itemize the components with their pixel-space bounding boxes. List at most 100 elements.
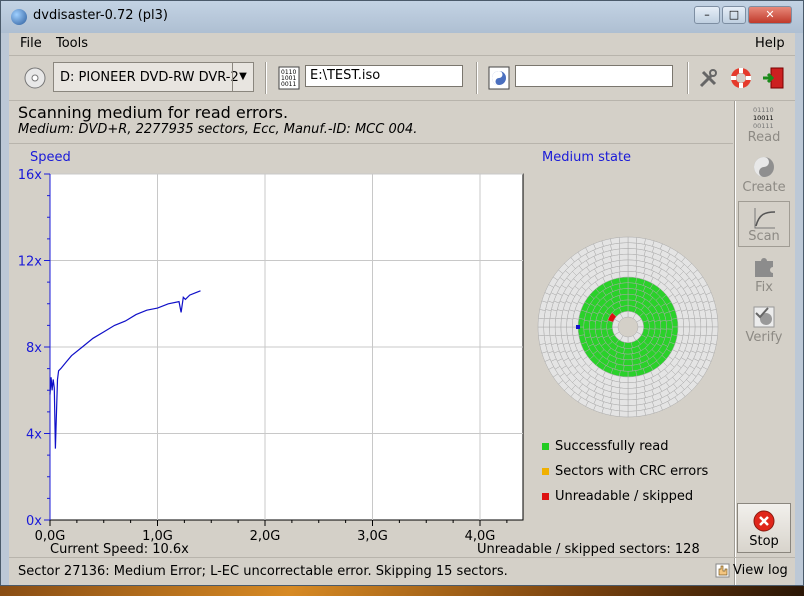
disc-sector xyxy=(560,317,568,328)
help-lifebuoy-icon[interactable] xyxy=(729,66,753,90)
disc-sector xyxy=(618,387,629,395)
disc-sector xyxy=(627,259,638,267)
disc-sector xyxy=(623,347,633,355)
disc-sector xyxy=(627,410,638,418)
drive-select-value: D: PIONEER DVD-RW DVR-2 xyxy=(60,70,239,85)
ecc-file-input[interactable] xyxy=(515,65,673,87)
maximize-button[interactable]: □ xyxy=(722,6,746,24)
cd-drive-icon xyxy=(24,67,46,89)
disc-sector xyxy=(594,320,602,330)
disc-sector xyxy=(694,326,702,337)
status-bar: Sector 27136: Medium Error; L-EC uncorre… xyxy=(9,557,795,584)
disc-sector xyxy=(671,326,679,336)
operation-message: Scanning medium for read errors. xyxy=(18,103,289,122)
disc-sector xyxy=(627,265,638,273)
scan-curve-icon xyxy=(754,208,776,229)
disc-sector xyxy=(635,237,646,245)
disc-sector xyxy=(618,248,629,255)
disc-sector xyxy=(618,410,629,418)
toolbar-separator xyxy=(265,62,267,94)
scan-button[interactable]: Scan xyxy=(738,201,790,247)
disc-sector xyxy=(619,370,629,378)
create-button[interactable]: Create xyxy=(738,151,790,197)
verify-button[interactable]: Verify xyxy=(738,301,790,347)
legend-item-unreadable: Unreadable / skipped xyxy=(542,489,693,504)
legend-item-read: Successfully read xyxy=(542,439,668,454)
menu-help[interactable]: Help xyxy=(755,36,785,51)
stop-icon xyxy=(753,510,775,532)
minimize-button[interactable]: – xyxy=(694,6,720,24)
disc-sector xyxy=(627,242,638,250)
image-file-input[interactable]: E:\TEST.iso xyxy=(305,65,463,87)
unreadable-count-label: Unreadable / skipped sectors: 128 xyxy=(477,542,700,557)
create-yinyang-icon xyxy=(754,157,774,177)
speed-panel-title: Speed xyxy=(30,150,71,165)
disc-sector xyxy=(554,326,562,337)
disc-sector xyxy=(618,376,629,383)
disc-sector xyxy=(627,376,638,383)
disc-sector xyxy=(648,320,656,330)
window-title: dvdisaster-0.72 (pl3) xyxy=(33,8,168,23)
current-speed-label: Current Speed: 10.6x xyxy=(50,542,189,557)
y-tick-label: 8x xyxy=(26,341,42,356)
menu-file[interactable]: File xyxy=(20,36,42,51)
disc-sector xyxy=(688,317,696,328)
disc-sector xyxy=(682,317,690,328)
disc-sector xyxy=(710,309,718,320)
disc-sector xyxy=(537,326,545,337)
read-button[interactable]: 01110 10011 00111 Read xyxy=(738,101,790,147)
disc-sector xyxy=(627,282,638,290)
disc-sector xyxy=(566,326,574,337)
disc-sector xyxy=(554,317,562,328)
disc-sector xyxy=(627,236,638,244)
toolbar-separator xyxy=(687,62,689,94)
chevron-down-icon[interactable]: ▼ xyxy=(232,63,253,91)
svg-text:01110: 01110 xyxy=(753,106,774,114)
drive-select[interactable]: D: PIONEER DVD-RW DVR-2 ▼ xyxy=(53,62,254,92)
svg-text:00111: 00111 xyxy=(753,122,774,129)
quit-icon[interactable] xyxy=(761,66,785,90)
disc-sector xyxy=(671,318,679,328)
menu-tools[interactable]: Tools xyxy=(56,36,88,51)
disc-sector xyxy=(538,334,546,345)
image-file-icon[interactable]: 0110 1001 0011 xyxy=(277,66,301,90)
disc-sector xyxy=(549,326,556,337)
svg-text:10011: 10011 xyxy=(753,114,774,122)
view-log-button[interactable]: View log xyxy=(713,560,791,582)
legend-label-unreadable: Unreadable / skipped xyxy=(555,489,694,504)
stop-button[interactable]: Stop xyxy=(737,503,791,553)
disc-sector xyxy=(627,381,638,389)
disc-sector xyxy=(618,404,629,412)
disc-sector xyxy=(627,399,638,406)
legend-label-read: Successfully read xyxy=(555,439,669,454)
disc-sector xyxy=(583,320,591,330)
disc-sector xyxy=(642,320,650,330)
fix-button[interactable]: Fix xyxy=(738,251,790,297)
log-hand-icon xyxy=(715,563,730,578)
ecc-file-icon[interactable] xyxy=(487,66,511,90)
title-bar[interactable]: dvdisaster-0.72 (pl3) – □ ✕ xyxy=(1,1,803,33)
disc-sector xyxy=(538,309,546,320)
disc-sector xyxy=(543,326,551,337)
legend-swatch-read xyxy=(542,443,549,450)
disc-sector xyxy=(654,320,662,330)
disc-sector xyxy=(549,317,556,328)
disc-sector xyxy=(705,317,713,328)
disc-sector xyxy=(618,399,629,406)
legend-swatch-unreadable xyxy=(542,493,549,500)
y-tick-label: 0x xyxy=(26,514,42,529)
preferences-icon[interactable] xyxy=(697,66,721,90)
client-area: File Tools Help D: PIONEER DVD-RW DVR-2 … xyxy=(9,33,795,585)
legend-swatch-crc xyxy=(542,468,549,475)
disc-sector xyxy=(627,253,638,261)
disc-sector xyxy=(627,404,638,412)
disc-sector xyxy=(660,320,667,330)
disc-sector xyxy=(627,393,638,401)
y-tick-label: 16x xyxy=(18,168,43,183)
disc-sector xyxy=(537,317,545,328)
stop-button-label: Stop xyxy=(749,534,779,549)
disc-sector xyxy=(635,409,646,417)
disc-sector xyxy=(589,320,596,330)
close-button[interactable]: ✕ xyxy=(748,6,792,24)
verify-button-label: Verify xyxy=(745,330,783,345)
